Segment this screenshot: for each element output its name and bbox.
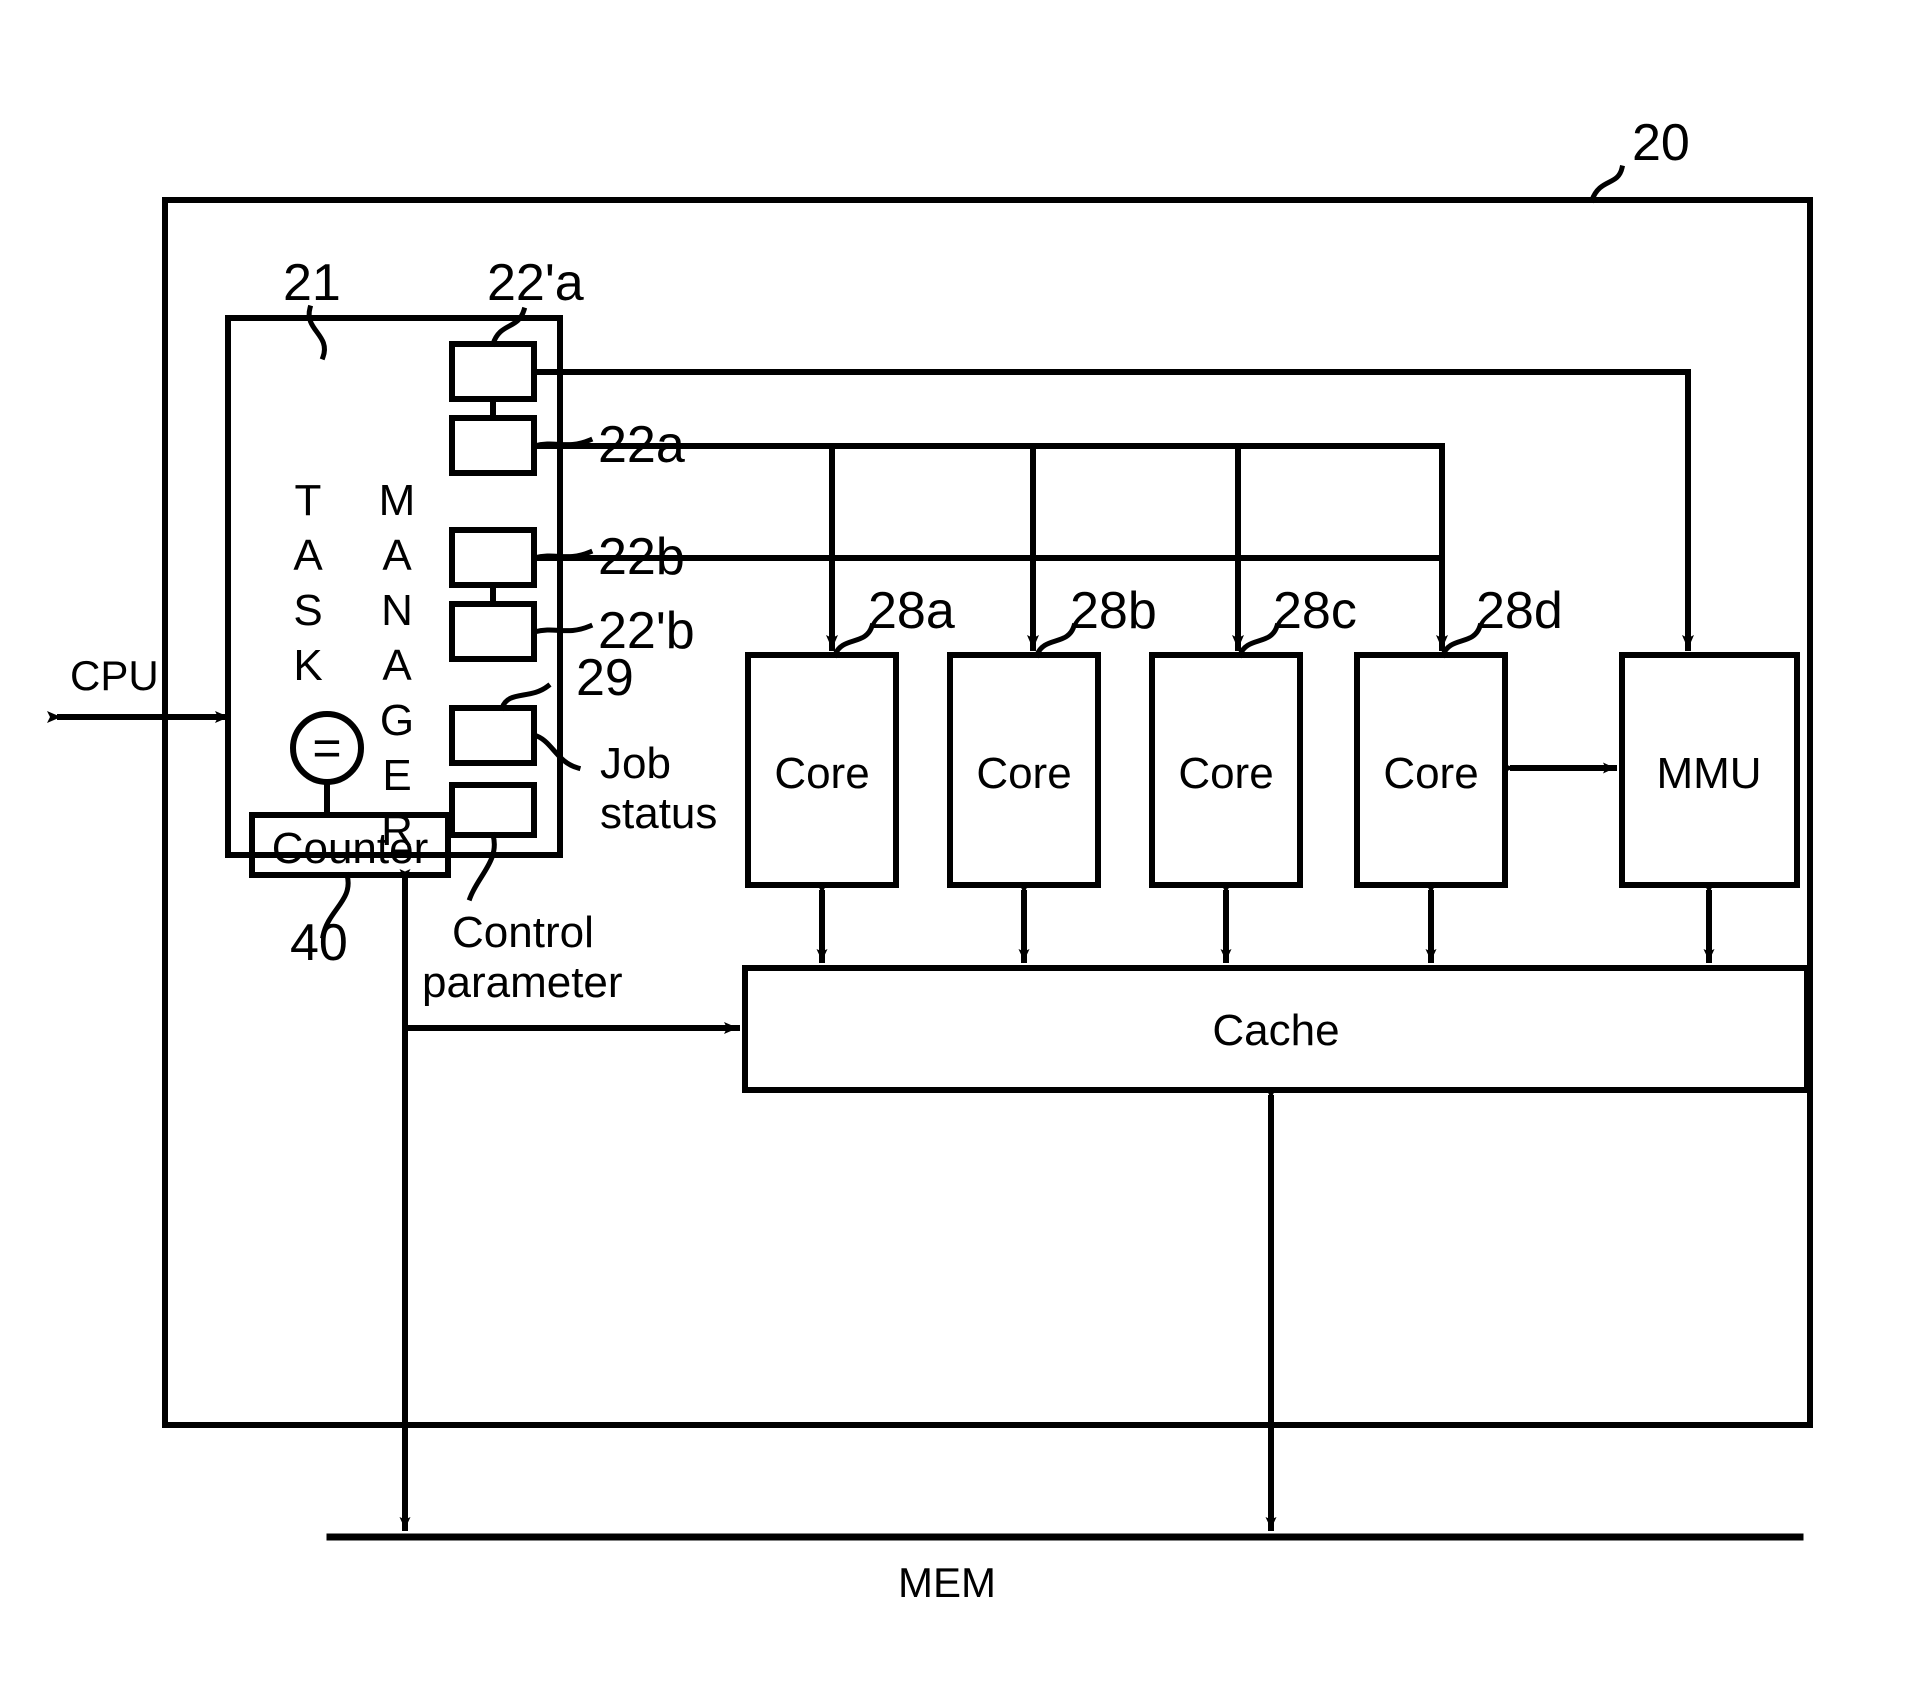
task-letter-t: T (295, 476, 322, 525)
manager-letter-g: G (380, 696, 414, 745)
manager-letter-m: M (379, 476, 416, 525)
task-manager-vertical-text-task: T A S K (293, 476, 323, 690)
core-label-28a: Core (774, 749, 869, 798)
ref-label-28d: 28d (1476, 582, 1563, 640)
manager-letter-n: N (381, 586, 413, 635)
leader-control-parameter (466, 831, 497, 902)
leader-28b (1033, 622, 1078, 659)
manager-letter-a2: A (382, 641, 412, 690)
leader-28d (1439, 622, 1484, 659)
ref-label-22b: 22b (598, 528, 685, 586)
control-parameter-label-line1: Control (452, 908, 594, 957)
ref-label-28a: 28a (868, 582, 955, 640)
mem-label: MEM (898, 1559, 996, 1606)
ref-label-22pa: 22'a (487, 254, 584, 312)
counter-label: Counter (272, 824, 429, 873)
diagram-canvas: 20 21 22'a 22a 22b 22'b 29 40 28a 28b 28… (0, 0, 1925, 1694)
control-parameter-label-line2: parameter (422, 958, 623, 1007)
queue-box-22pb (449, 601, 537, 662)
task-letter-s: S (293, 586, 322, 635)
mmu-label: MMU (1656, 749, 1761, 798)
task-manager-vertical-text-manager: M A N A G E R (379, 476, 416, 855)
ref-label-28b: 28b (1070, 582, 1157, 640)
ref-label-20: 20 (1632, 114, 1690, 172)
manager-letter-e: E (382, 751, 411, 800)
queue-box-22b (449, 527, 537, 588)
leader-28a (831, 622, 876, 659)
task-letter-k: K (293, 641, 322, 690)
core-label-28d: Core (1383, 749, 1478, 798)
queue-box-22pa (449, 341, 537, 402)
control-parameter-box (449, 782, 537, 838)
job-status-label-line2: status (600, 789, 717, 838)
queue-box-22a (449, 415, 537, 476)
leader-28c (1236, 622, 1281, 659)
patent-figure-svg: 20 21 22'a 22a 22b 22'b 29 40 28a 28b 28… (47, 114, 1813, 1606)
cache-label: Cache (1212, 1006, 1339, 1055)
leader-29 (498, 682, 552, 712)
ref-label-29: 29 (576, 649, 634, 707)
leader-job-status (530, 731, 582, 772)
manager-letter-a1: A (382, 531, 412, 580)
ref-label-40: 40 (290, 914, 348, 972)
ref-label-22a: 22a (598, 416, 685, 474)
equals-icon: = (312, 720, 341, 776)
leader-20 (1588, 165, 1625, 204)
ref-label-28c: 28c (1273, 582, 1357, 640)
core-label-28b: Core (976, 749, 1071, 798)
cpu-label: CPU (70, 652, 159, 699)
job-status-box-29 (449, 705, 537, 766)
ref-label-21: 21 (283, 254, 341, 312)
task-letter-a: A (293, 531, 323, 580)
job-status-label-line1: Job (600, 739, 671, 788)
core-label-28c: Core (1178, 749, 1273, 798)
